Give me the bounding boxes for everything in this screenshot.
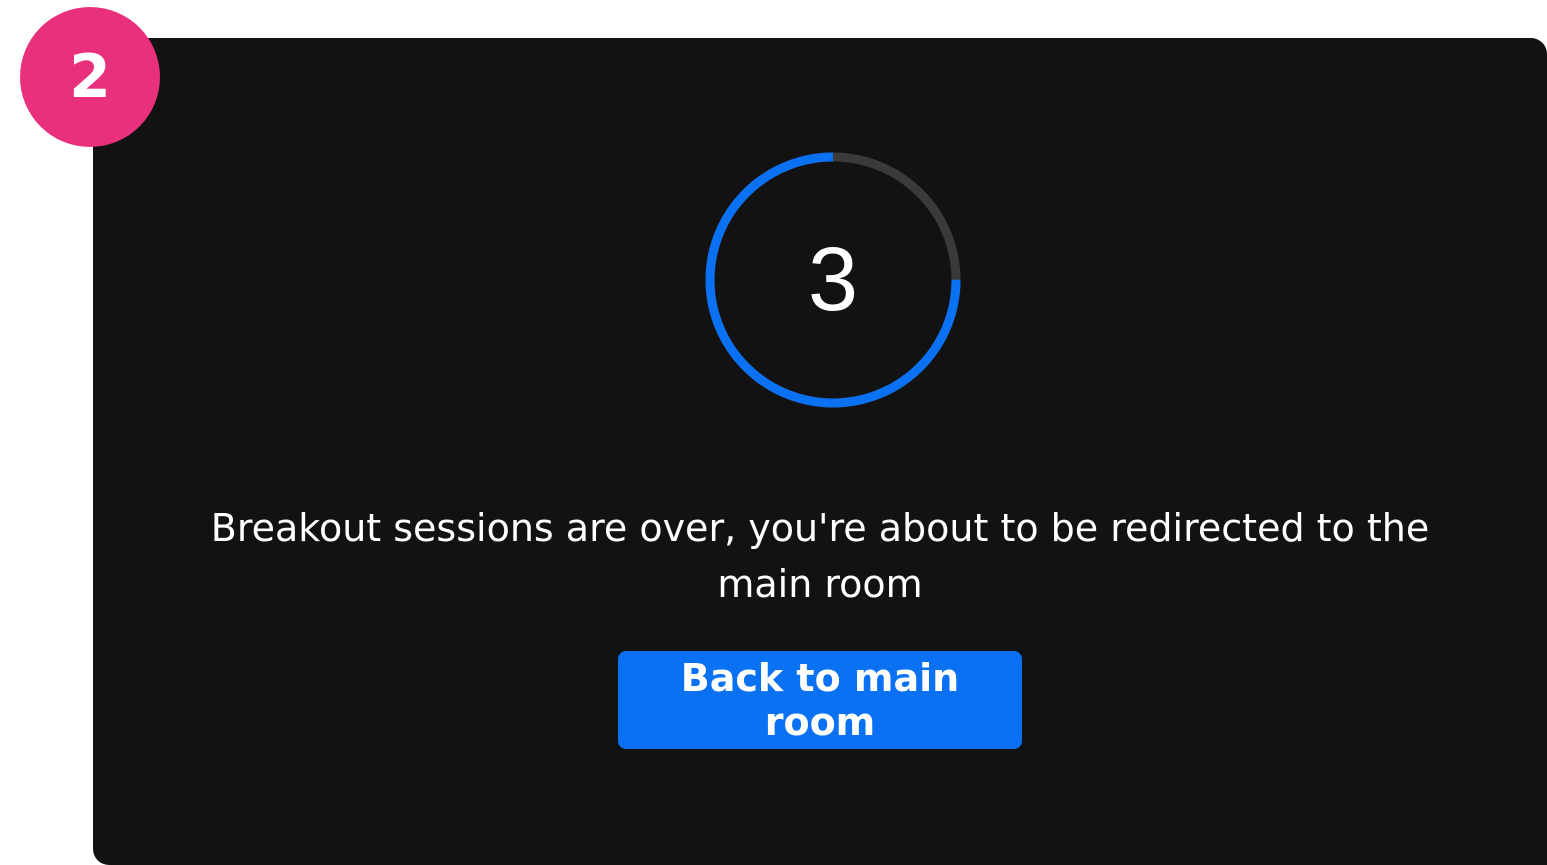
back-to-main-room-button[interactable]: Back to main room xyxy=(618,651,1022,749)
redirect-message: Breakout sessions are over, you're about… xyxy=(210,506,1430,606)
countdown-number: 3 xyxy=(807,230,859,330)
countdown-timer: 3 xyxy=(703,150,963,410)
step-number-badge: 2 xyxy=(20,7,160,147)
screen: 2 3 Breakout sessions are over, you're a… xyxy=(0,0,1547,865)
